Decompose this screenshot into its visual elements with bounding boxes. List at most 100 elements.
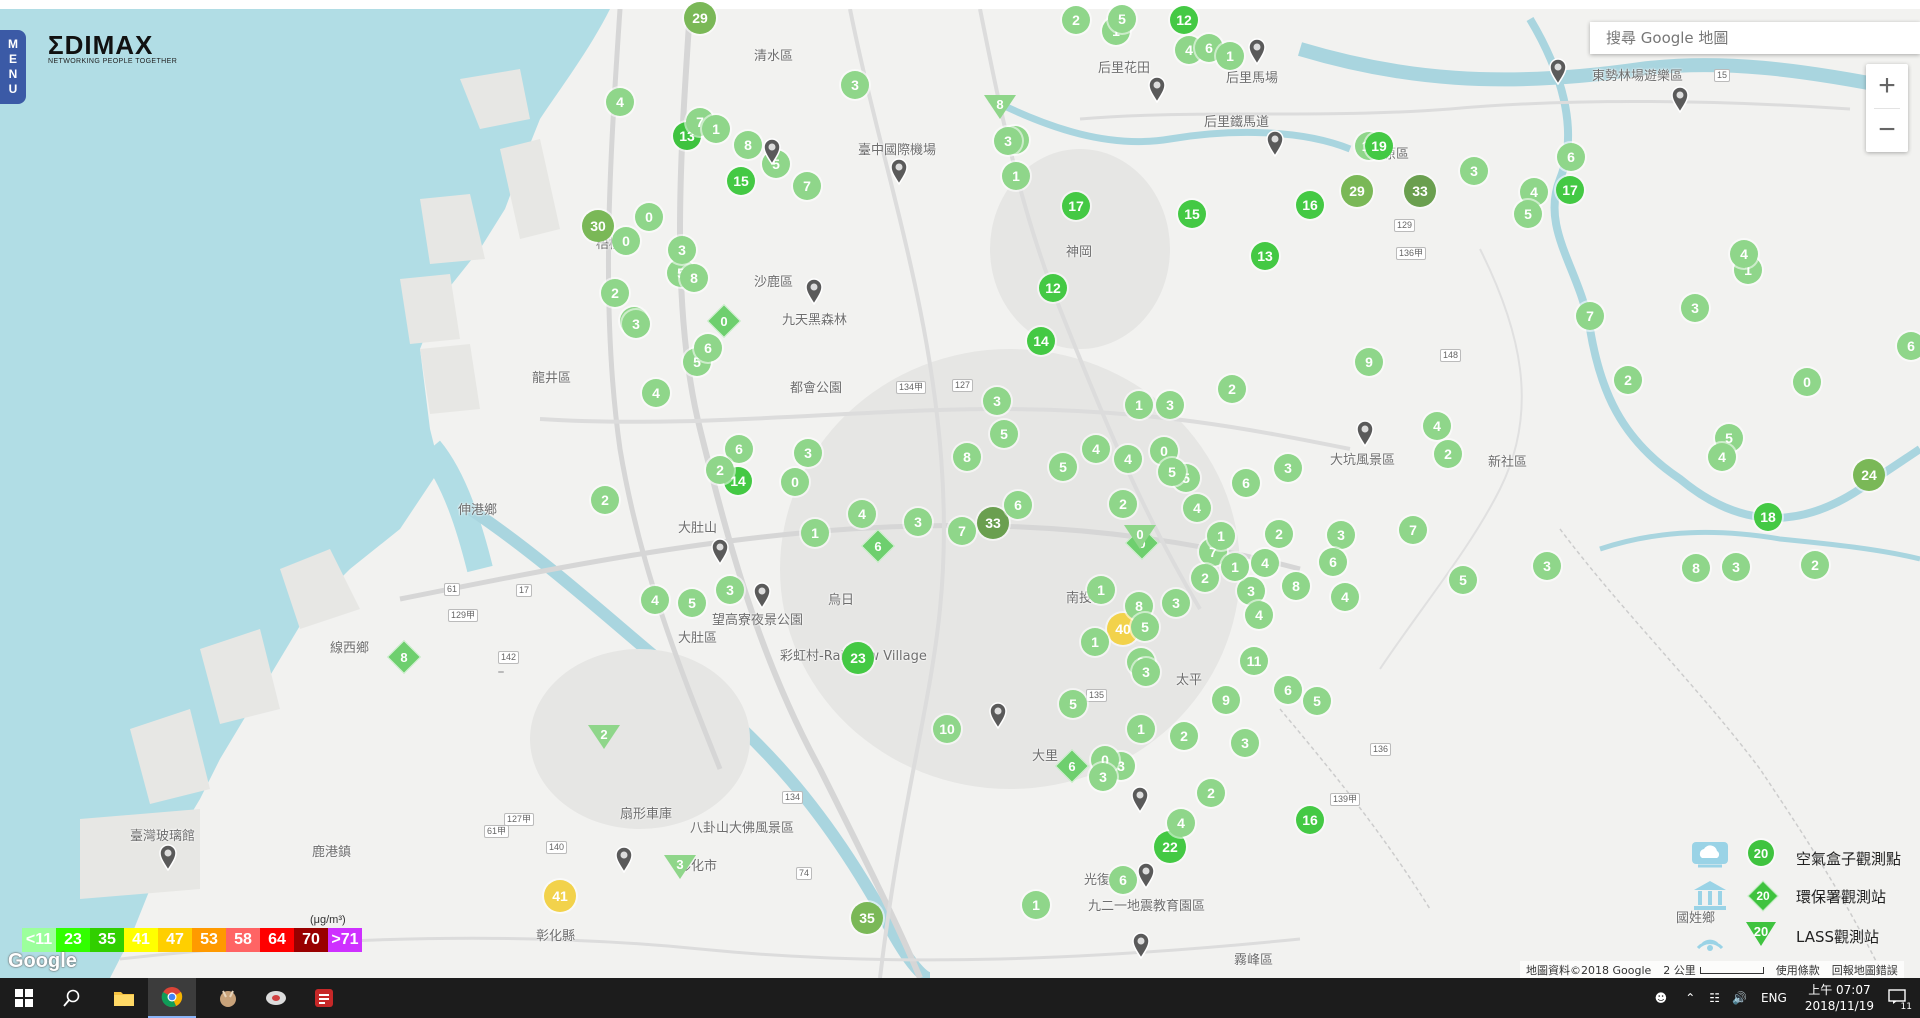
location-pin-icon[interactable] [1670,85,1690,113]
airbox-cluster-marker[interactable]: 5 [1158,458,1186,486]
file-explorer-button[interactable] [100,978,148,1018]
airbox-cluster-marker[interactable]: 6 [1274,676,1302,704]
airbox-cluster-marker[interactable]: 3 [1681,294,1709,322]
epa-station-marker[interactable]: 6 [861,529,895,563]
airbox-cluster-marker[interactable]: 3 [983,387,1011,415]
airbox-cluster-marker[interactable]: 5 [1303,687,1331,715]
airbox-cluster-marker[interactable]: 30 [582,210,614,242]
airbox-cluster-marker[interactable]: 12 [1039,274,1067,302]
lass-station-marker[interactable]: 8 [984,95,1016,119]
airbox-cluster-marker[interactable]: 5 [1108,5,1136,33]
airbox-cluster-marker[interactable]: 1 [1127,715,1155,743]
location-pin-icon[interactable] [1131,931,1151,959]
airbox-cluster-marker[interactable]: 1 [1081,628,1109,656]
airbox-cluster-marker[interactable]: 8 [734,131,762,159]
location-pin-icon[interactable] [804,277,824,305]
airbox-cluster-marker[interactable]: 2 [1170,722,1198,750]
airbox-cluster-marker[interactable]: 35 [851,902,883,934]
airbox-cluster-marker[interactable]: 9 [1212,686,1240,714]
airbox-cluster-marker[interactable]: 1 [1002,162,1030,190]
airbox-cluster-marker[interactable]: 2 [1614,366,1642,394]
airbox-cluster-marker[interactable]: 16 [1296,191,1324,219]
airbox-cluster-marker[interactable]: 6 [1319,548,1347,576]
airbox-cluster-marker[interactable]: 3 [1132,658,1160,686]
location-pin-icon[interactable] [762,137,782,165]
airbox-cluster-marker[interactable]: 4 [1251,549,1279,577]
airbox-cluster-marker[interactable]: 5 [1059,690,1087,718]
airbox-cluster-marker[interactable]: 4 [848,500,876,528]
lass-station-marker[interactable]: 2 [588,725,620,749]
airbox-cluster-marker[interactable]: 3 [1274,454,1302,482]
airbox-cluster-marker[interactable]: 3 [841,71,869,99]
airbox-cluster-marker[interactable]: 11 [1240,647,1268,675]
airbox-cluster-marker[interactable]: 5 [990,420,1018,448]
location-pin-icon[interactable] [889,157,909,185]
epa-station-marker[interactable]: 0 [707,304,741,338]
airbox-cluster-marker[interactable]: 5 [1449,566,1477,594]
airbox-cluster-marker[interactable]: 3 [1156,391,1184,419]
airbox-cluster-marker[interactable]: 13 [1251,242,1279,270]
airbox-cluster-marker[interactable]: 1 [801,519,829,547]
location-pin-icon[interactable] [752,581,772,609]
volume-icon[interactable]: 🔊 [1732,991,1747,1005]
airbox-cluster-marker[interactable]: 29 [684,2,716,34]
report-error-link[interactable]: 回報地圖錯誤 [1832,962,1898,978]
airbox-cluster-marker[interactable]: 4 [1423,412,1451,440]
airbox-cluster-marker[interactable]: 0 [612,227,640,255]
location-pin-icon[interactable] [1136,861,1156,889]
airbox-cluster-marker[interactable]: 15 [1178,200,1206,228]
airbox-cluster-marker[interactable]: 4 [1183,494,1211,522]
airbox-cluster-marker[interactable]: 3 [1327,521,1355,549]
airbox-cluster-marker[interactable]: 5 [678,589,706,617]
airbox-cluster-marker[interactable]: 7 [793,172,821,200]
language-indicator[interactable]: ENG [1761,991,1787,1005]
location-pin-icon[interactable] [988,701,1008,729]
location-pin-icon[interactable] [614,845,634,873]
airbox-cluster-marker[interactable]: 7 [1399,516,1427,544]
airbox-cluster-marker[interactable]: 1 [1022,891,1050,919]
airbox-cluster-marker[interactable]: 16 [1296,806,1324,834]
airbox-cluster-marker[interactable]: 4 [1114,445,1142,473]
airbox-cluster-marker[interactable]: 3 [716,576,744,604]
airbox-cluster-marker[interactable]: 1 [702,115,730,143]
airbox-cluster-marker[interactable]: 4 [1730,240,1758,268]
airbox-cluster-marker[interactable]: 6 [694,334,722,362]
airbox-cluster-marker[interactable]: 33 [977,507,1009,539]
airbox-cluster-marker[interactable]: 24 [1853,459,1885,491]
airbox-cluster-marker[interactable]: 1 [1125,391,1153,419]
airbox-cluster-marker[interactable]: 4 [642,379,670,407]
airbox-cluster-marker[interactable]: 29 [1341,175,1373,207]
airbox-cluster-marker[interactable]: 1 [1087,576,1115,604]
airbox-cluster-marker[interactable]: 2 [1218,375,1246,403]
epa-station-marker[interactable]: 8 [387,640,421,674]
location-pin-icon[interactable] [1265,129,1285,157]
airbox-cluster-marker[interactable]: 15 [727,167,755,195]
airbox-cluster-marker[interactable]: 5 [1131,613,1159,641]
airbox-cluster-marker[interactable]: 6 [1232,469,1260,497]
airbox-cluster-marker[interactable]: 6 [1557,143,1585,171]
airbox-cluster-marker[interactable]: 19 [1365,132,1393,160]
airbox-cluster-marker[interactable]: 2 [1434,440,1462,468]
airbox-cluster-marker[interactable]: 8 [953,443,981,471]
airbox-cluster-marker[interactable]: 7 [1576,302,1604,330]
airbox-cluster-marker[interactable]: 33 [1404,175,1436,207]
airbox-cluster-marker[interactable]: 3 [1162,589,1190,617]
location-pin-icon[interactable] [1355,419,1375,447]
airbox-cluster-marker[interactable]: 3 [1089,763,1117,791]
airbox-cluster-marker[interactable]: 8 [1682,554,1710,582]
airbox-cluster-marker[interactable]: 23 [842,642,874,674]
zoom-out-button[interactable]: − [1866,108,1908,152]
airbox-cluster-marker[interactable]: 1 [1207,522,1235,550]
airbox-cluster-marker[interactable]: 3 [622,310,650,338]
airbox-cluster-marker[interactable]: 3 [1533,552,1561,580]
airbox-cluster-marker[interactable]: 2 [706,456,734,484]
taskbar-search-button[interactable] [48,978,96,1018]
airbox-cluster-marker[interactable]: 2 [1265,520,1293,548]
airbox-cluster-marker[interactable]: 41 [544,880,576,912]
airbox-cluster-marker[interactable]: 4 [1331,583,1359,611]
chevron-up-icon[interactable]: ⌃ [1685,991,1695,1005]
airbox-cluster-marker[interactable]: 5 [1049,453,1077,481]
airbox-cluster-marker[interactable]: 0 [635,203,663,231]
location-pin-icon[interactable] [710,537,730,565]
airbox-cluster-marker[interactable]: 3 [1722,553,1750,581]
